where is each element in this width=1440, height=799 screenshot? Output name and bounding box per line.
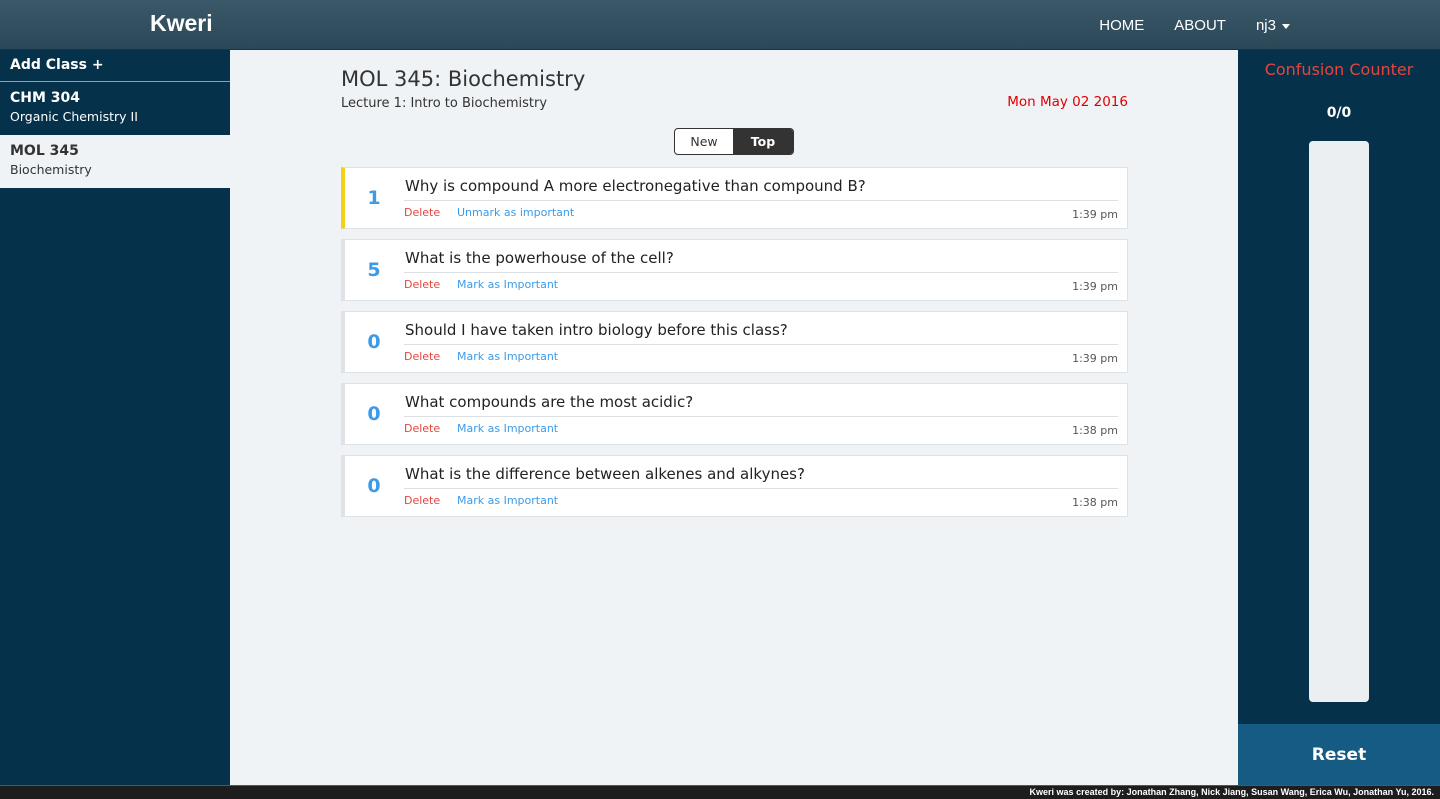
question-time: 1:39 pm [1072,352,1118,365]
question-text: What is the difference between alkenes a… [405,465,805,483]
question-text: What compounds are the most acidic? [405,393,694,411]
delete-link[interactable]: Delete [404,206,440,219]
class-code: CHM 304 [10,90,81,106]
sort-top-button[interactable]: Top [733,129,793,154]
sidebar-item-chm304[interactable]: CHM 304 Organic Chemistry II [0,82,230,135]
vote-count[interactable]: 5 [345,240,403,300]
confusion-meter [1309,141,1369,702]
mark-important-link[interactable]: Mark as Important [457,494,558,507]
delete-link[interactable]: Delete [404,350,440,363]
question-card: 0 What compounds are the most acidic? De… [341,383,1128,445]
main-content: MOL 345: Biochemistry Lecture 1: Intro t… [230,50,1238,785]
top-navbar: Kweri HOME ABOUT nj3 [0,0,1440,50]
mark-important-link[interactable]: Mark as Important [457,422,558,435]
nav-about-link[interactable]: ABOUT [1174,17,1226,34]
class-name: Organic Chemistry II [10,109,138,124]
class-sidebar: Add Class + CHM 304 Organic Chemistry II… [0,50,230,785]
lecture-date: Mon May 02 2016 [1007,94,1128,110]
confusion-count: 0/0 [1326,105,1352,121]
question-card: 1 Why is compound A more electronegative… [341,167,1128,229]
confusion-panel: Confusion Counter 0/0 Reset [1238,50,1440,785]
add-class-button[interactable]: Add Class + [0,50,230,82]
divider [404,272,1118,273]
mark-important-link[interactable]: Unmark as important [457,206,574,219]
delete-link[interactable]: Delete [404,494,440,507]
sidebar-item-mol345[interactable]: MOL 345 Biochemistry [0,135,230,188]
divider [404,344,1118,345]
footer-credits: Kweri was created by: Jonathan Zhang, Ni… [1029,787,1434,797]
footer: Kweri was created by: Jonathan Zhang, Ni… [0,785,1440,799]
question-text: What is the powerhouse of the cell? [405,249,674,267]
vote-count[interactable]: 0 [345,384,403,444]
user-menu-dropdown[interactable]: nj3 [1256,17,1290,34]
divider [404,488,1118,489]
class-name: Biochemistry [10,162,92,177]
question-time: 1:39 pm [1072,208,1118,221]
question-card: 0 What is the difference between alkenes… [341,455,1128,517]
question-card: 5 What is the powerhouse of the cell? De… [341,239,1128,301]
divider [404,416,1118,417]
question-card: 0 Should I have taken intro biology befo… [341,311,1128,373]
nav-home-link[interactable]: HOME [1099,17,1144,34]
vote-count[interactable]: 0 [345,456,403,516]
mark-important-link[interactable]: Mark as Important [457,278,558,291]
course-title: MOL 345: Biochemistry [341,67,586,91]
question-text: Why is compound A more electronegative t… [405,177,866,195]
question-time: 1:38 pm [1072,424,1118,437]
sort-toggle: New Top [674,128,794,155]
vote-count[interactable]: 1 [345,168,403,228]
reset-button[interactable]: Reset [1238,724,1440,785]
vote-count[interactable]: 0 [345,312,403,372]
question-text: Should I have taken intro biology before… [405,321,788,339]
delete-link[interactable]: Delete [404,422,440,435]
sort-new-button[interactable]: New [675,129,733,154]
nav-links: HOME ABOUT nj3 [1099,0,1440,50]
confusion-counter-title: Confusion Counter [1264,60,1414,79]
divider [404,200,1118,201]
question-time: 1:38 pm [1072,496,1118,509]
mark-important-link[interactable]: Mark as Important [457,350,558,363]
delete-link[interactable]: Delete [404,278,440,291]
lecture-title: Lecture 1: Intro to Biochemistry [341,96,548,111]
question-time: 1:39 pm [1072,280,1118,293]
class-code: MOL 345 [10,143,79,159]
brand-logo[interactable]: Kweri [150,10,213,37]
question-list: 1 Why is compound A more electronegative… [341,167,1128,527]
user-name: nj3 [1255,16,1276,34]
caret-down-icon [1282,23,1290,29]
